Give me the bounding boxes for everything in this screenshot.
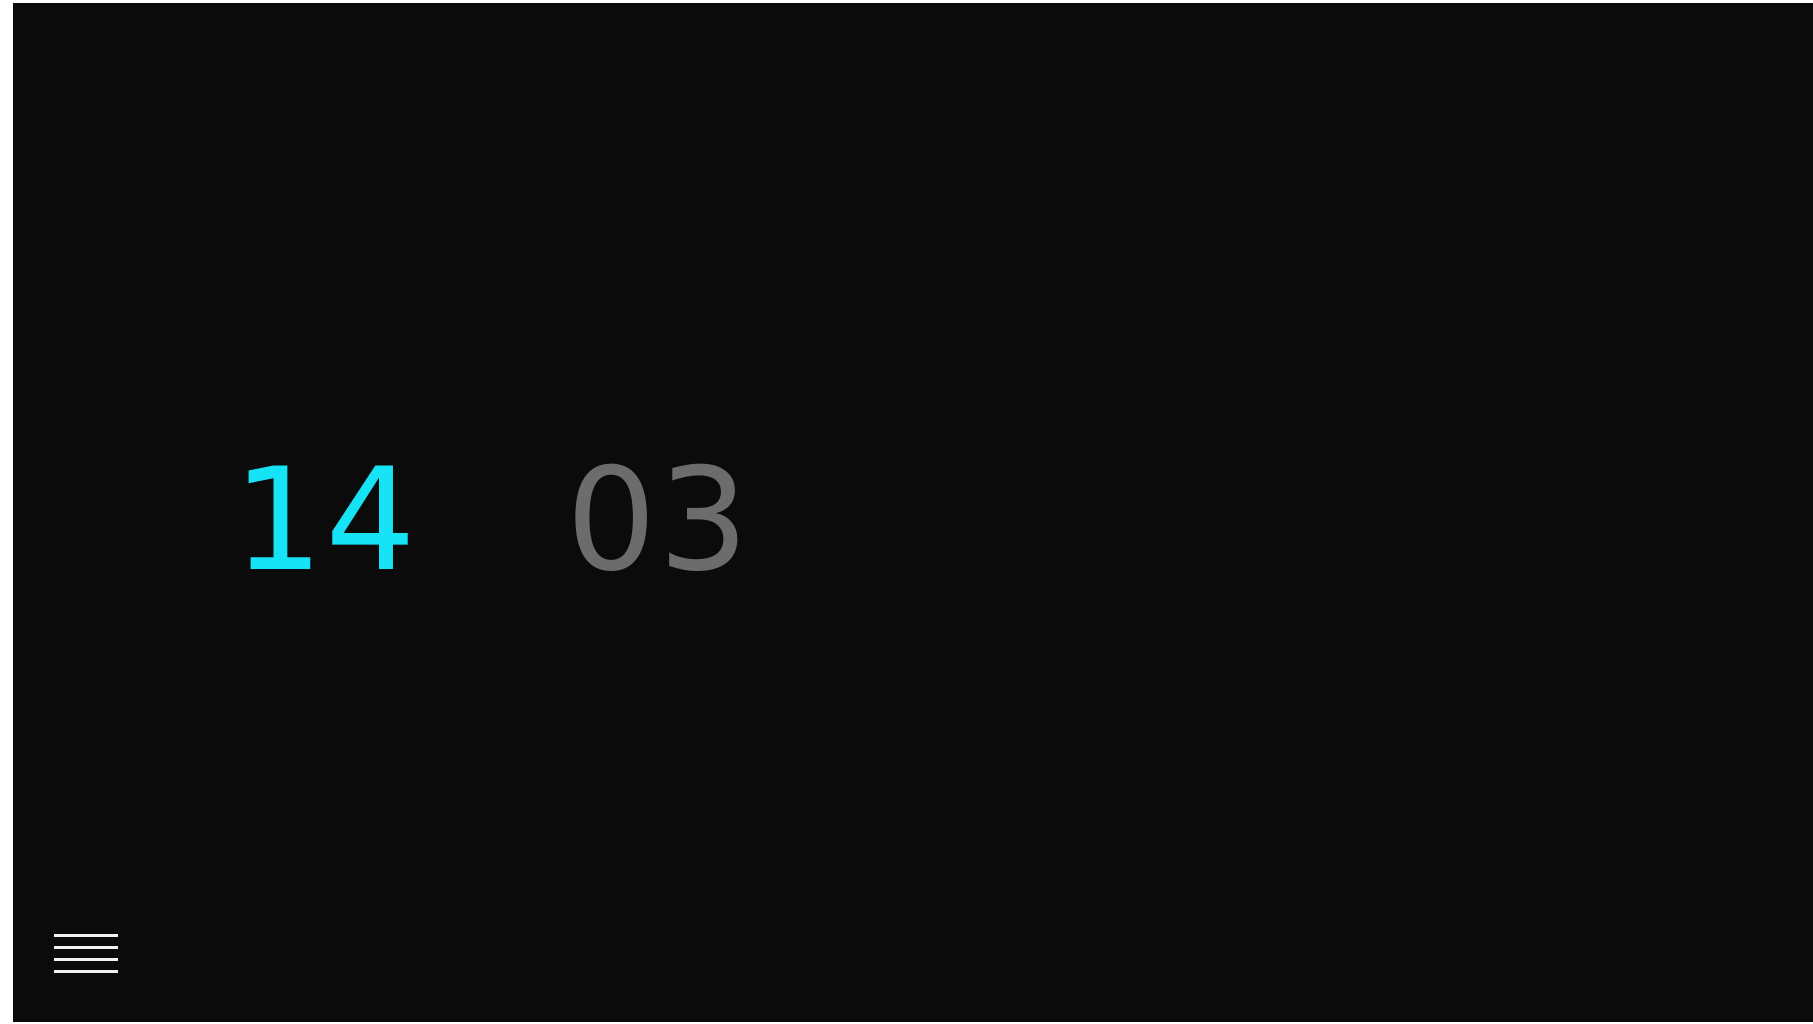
clock-screen: 14 03 bbox=[13, 3, 1813, 1022]
minutes-display: 03 bbox=[566, 438, 751, 603]
hours-display: 14 bbox=[233, 438, 418, 603]
menu-button[interactable] bbox=[54, 921, 118, 975]
